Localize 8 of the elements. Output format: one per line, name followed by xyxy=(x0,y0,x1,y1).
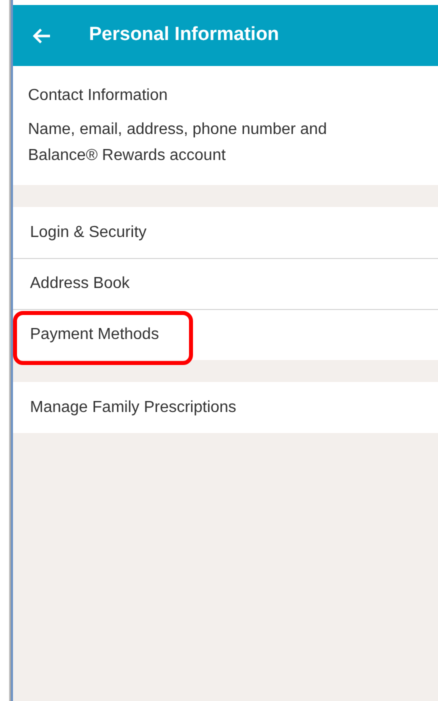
menu-item[interactable]: Payment Methods xyxy=(13,309,438,360)
menu-item[interactable]: Manage Family Prescriptions xyxy=(13,382,438,433)
item-title: Contact Information xyxy=(28,86,169,106)
menu-item[interactable]: Login & Security xyxy=(13,207,438,258)
item-description: Name, email, address, phone number and Balance® Rewards account xyxy=(28,120,328,166)
screen-title: Personal Information xyxy=(89,23,280,48)
contact-information-item[interactable]: Contact Information Name, email, address, phone number and Balance® Rewards account xyxy=(13,66,438,185)
menu-item[interactable]: Address Book xyxy=(13,258,438,309)
